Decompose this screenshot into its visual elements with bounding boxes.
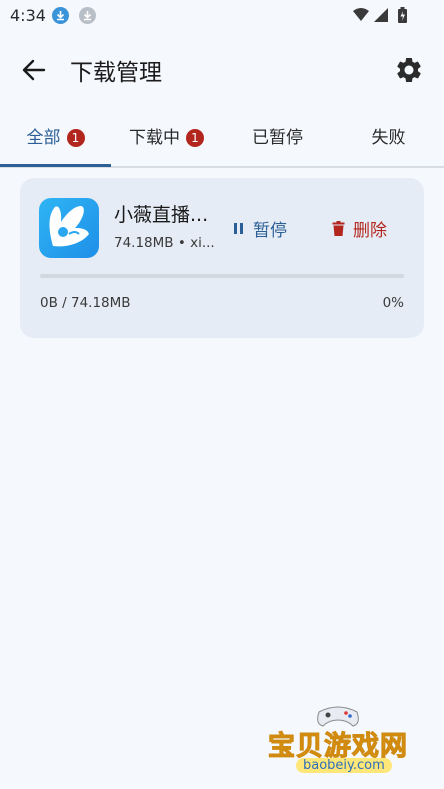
tab-paused[interactable]: 已暂停 [222,116,333,164]
tab-label: 全部 [26,128,61,148]
download-percent: 0% [382,295,404,311]
back-arrow-icon[interactable] [20,56,48,84]
app-meta: 74.18MB • xi... [114,235,215,251]
pause-button-label: 暂停 [253,220,287,241]
status-time: 4:34 [10,6,46,25]
tab-failed[interactable]: 失败 [333,116,444,164]
app-name: 小薇直播... [114,204,209,226]
tab-label: 下载中 [129,128,180,148]
tab-bar: 全部 1 下载中 1 已暂停 失败 [0,116,444,168]
tab-downloading[interactable]: 下载中 1 [111,116,222,164]
tab-badge: 1 [186,129,204,147]
battery-icon [398,7,407,23]
trash-icon [332,220,345,236]
app-bar: 下载管理 [0,44,444,94]
progress-bar [40,274,404,278]
delete-button[interactable]: 删除 [332,214,387,242]
download-notification-icon [52,7,69,24]
wifi-icon [353,8,369,21]
tab-badge: 1 [66,129,85,147]
settings-gear-icon[interactable] [394,55,424,85]
pause-button[interactable]: 暂停 [233,214,287,242]
watermark-domain: baobeiy.com [296,758,392,773]
page-title: 下载管理 [70,60,162,86]
tab-indicator [0,164,111,167]
watermark-logo: 宝贝游戏网 baobeiy.com [268,700,412,780]
status-icons [352,6,416,28]
download-notification-icon [79,7,96,24]
tab-label: 已暂停 [252,128,303,148]
signal-icon [374,8,388,22]
app-icon [39,198,99,258]
pause-icon [234,222,243,234]
download-size-progress: 0B / 74.18MB [40,295,131,311]
delete-button-label: 删除 [353,220,387,241]
download-item-card[interactable]: 小薇直播... 74.18MB • xi... 暂停 删除 0B / 74.18… [20,178,424,338]
tab-label: 失败 [371,128,406,148]
status-bar: 4:34 [0,0,444,30]
tab-all[interactable]: 全部 1 [0,116,111,164]
